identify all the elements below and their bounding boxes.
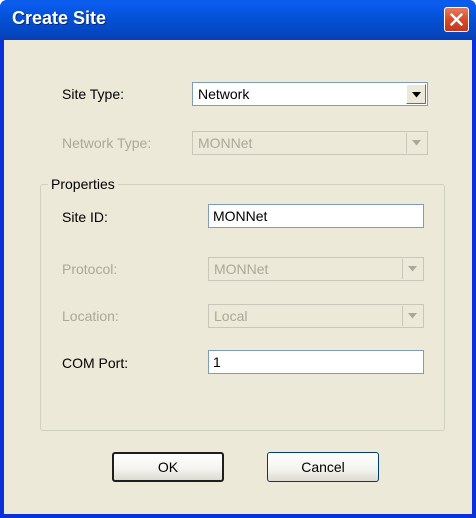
protocol-dropdown: MONNet <box>208 257 424 281</box>
site-type-label: Site Type: <box>62 86 125 102</box>
com-port-input[interactable] <box>208 350 424 374</box>
protocol-label: Protocol: <box>62 261 118 277</box>
cancel-button[interactable]: Cancel <box>267 452 379 482</box>
title-bar[interactable]: Create Site <box>0 0 476 40</box>
site-type-dropdown-button[interactable] <box>406 84 426 104</box>
close-icon <box>450 13 463 26</box>
chevron-down-icon <box>408 313 417 319</box>
site-id-label: Site ID: <box>62 209 108 225</box>
chevron-down-icon <box>412 140 421 146</box>
window-title: Create Site <box>12 8 107 28</box>
chevron-down-icon <box>408 266 417 272</box>
protocol-value: MONNet <box>214 261 269 277</box>
network-type-dropdown: MONNet <box>192 131 428 155</box>
ok-button[interactable]: OK <box>112 452 224 482</box>
properties-legend: Properties <box>48 176 118 192</box>
chevron-down-icon <box>412 92 421 98</box>
location-label: Location: <box>62 308 119 324</box>
network-type-value: MONNet <box>198 135 253 151</box>
dialog-client-area: Site Type: Network Network Type: MONNet … <box>4 40 472 514</box>
protocol-dropdown-button <box>402 259 422 279</box>
site-type-dropdown[interactable]: Network <box>192 82 428 106</box>
site-type-value: Network <box>198 86 250 102</box>
location-dropdown-button <box>402 306 422 326</box>
network-type-dropdown-button <box>406 133 426 153</box>
close-button[interactable] <box>444 7 469 32</box>
site-id-input[interactable] <box>208 204 424 228</box>
com-port-label: COM Port: <box>62 355 129 371</box>
location-value: Local <box>214 308 248 324</box>
create-site-dialog: Create Site Site Type: Network Network T… <box>0 0 476 518</box>
location-dropdown: Local <box>208 304 424 328</box>
network-type-label: Network Type: <box>62 135 152 151</box>
